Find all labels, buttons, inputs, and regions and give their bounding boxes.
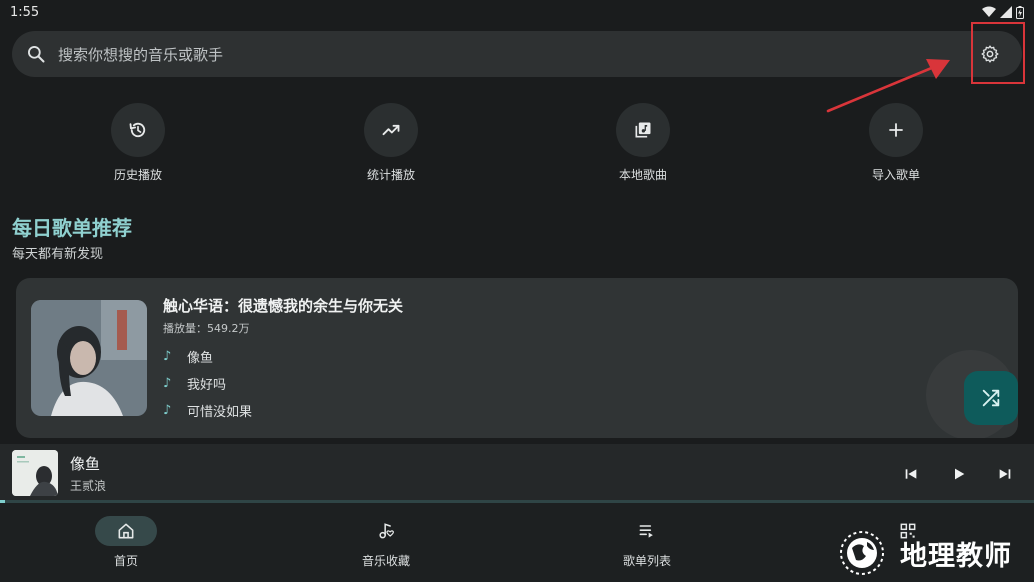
watermark-text: 地理教师 [900,540,1012,572]
home-icon [118,523,134,539]
next-button[interactable] [992,461,1018,487]
quick-label-history: 历史播放 [113,168,162,182]
status-bar: 1:55 [0,0,1034,24]
nav-label-home: 首页 [113,554,138,568]
mini-player[interactable]: 像鱼 王贰浪 [0,444,1034,502]
highlight-annotation-box [971,22,1025,84]
section-subtitle: 每天都有新发现 [12,247,104,262]
play-icon [955,468,965,480]
trending-up-icon [382,124,400,136]
playlist-cover [31,300,147,416]
playlist-card[interactable]: 触心华语：很遗憾我的余生与你无关 播放量：549.2万 ♪ 像鱼 ♪ 我好吗 ♪… [16,278,1018,438]
stats-button[interactable] [364,103,418,157]
playlist-title: 触心华语：很遗憾我的余生与你无关 [163,297,404,315]
playlist-icon [639,525,653,538]
shuffle-icon [982,389,1000,407]
quick-history[interactable]: 历史播放 [78,103,198,183]
now-playing-cover [12,450,58,496]
nav-item-favorites[interactable]: 音乐收藏 [321,516,451,569]
nav-pill-favorites[interactable] [355,516,417,546]
track-title: 我好吗 [187,378,227,393]
local-songs-button[interactable] [616,103,670,157]
history-button[interactable] [111,103,165,157]
nav-item-playlists[interactable]: 歌单列表 [582,516,712,569]
section-title: 每日歌单推荐 [12,216,132,240]
track-item[interactable]: ♪ 像鱼 [163,347,213,366]
quick-label-stats: 统计播放 [366,168,415,182]
track-title: 可惜没如果 [187,405,253,420]
now-playing-cover-image [12,450,58,496]
battery-icon [1016,5,1024,19]
playlist-play-count: 播放量：549.2万 [163,322,250,335]
music-favorite-icon [379,523,394,539]
skip-next-icon [999,469,1011,479]
track-item[interactable]: ♪ 可惜没如果 [163,401,252,420]
playlist-cover-image [31,300,147,416]
import-playlist-button[interactable] [869,103,923,157]
skip-previous-icon [905,469,917,479]
quick-actions: 历史播放 统计播放 本地歌曲 导入歌单 [0,103,1034,183]
track-item[interactable]: ♪ 我好吗 [163,374,226,393]
now-playing-artist: 王贰浪 [70,479,107,493]
nav-item-home[interactable]: 首页 [61,516,191,569]
plus-icon [889,123,903,137]
quick-label-local: 本地歌曲 [618,168,667,182]
watermark: 地理教师 [834,528,1012,578]
shuffle-play-button[interactable] [964,371,1018,425]
status-time: 1:55 [10,4,40,20]
track-title: 像鱼 [187,351,214,366]
library-music-icon [635,122,651,138]
nav-label-favorites: 音乐收藏 [361,554,410,568]
quick-label-import: 导入歌单 [871,168,920,182]
music-note-icon: ♪ [163,349,172,364]
previous-button[interactable] [898,461,924,487]
nav-pill-playlists[interactable] [616,516,678,546]
now-playing-title: 像鱼 [70,455,101,473]
quick-import[interactable]: 导入歌单 [836,103,956,183]
play-button[interactable] [946,461,972,487]
music-note-icon: ♪ [163,376,172,391]
history-icon [129,122,146,138]
watermark-logo [840,531,884,575]
quick-local[interactable]: 本地歌曲 [583,103,703,183]
wifi-icon [982,6,996,17]
signal-icon [1000,6,1012,18]
search-icon [28,46,45,63]
nav-pill-home[interactable] [95,516,157,546]
nav-label-playlists: 歌单列表 [622,554,671,568]
quick-stats[interactable]: 统计播放 [331,103,451,183]
status-icons [982,5,1024,19]
music-note-icon: ♪ [163,403,172,418]
